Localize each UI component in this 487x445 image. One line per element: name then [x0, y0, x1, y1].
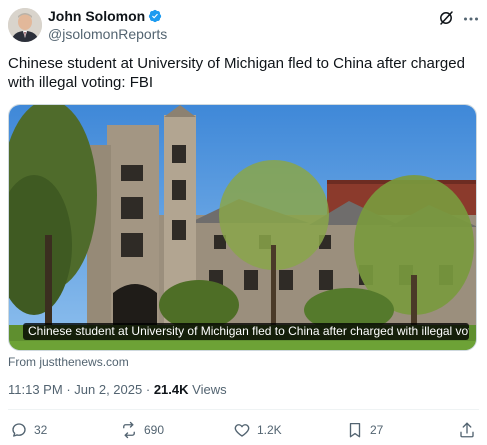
action-bar: 32 690 1.2K 27: [0, 421, 487, 441]
bookmark-count: 27: [370, 423, 384, 437]
share-icon: [460, 422, 474, 438]
reply-icon: [12, 423, 26, 437]
tweet-date[interactable]: Jun 2, 2025: [74, 382, 142, 397]
like-button[interactable]: 1.2K: [233, 421, 282, 439]
tweet[interactable]: John Solomon @jsolomonReports Chinese st…: [0, 0, 487, 445]
media-image: [9, 105, 476, 350]
repost-icon: [123, 421, 135, 439]
repost-button[interactable]: 690: [120, 421, 164, 439]
media-card[interactable]: Chinese student at University of Michiga…: [8, 104, 477, 351]
grok-icon[interactable]: [438, 10, 454, 26]
verified-badge-icon: [149, 9, 162, 23]
author-name-row[interactable]: John Solomon: [48, 8, 162, 24]
author-handle[interactable]: @jsolomonReports: [48, 26, 167, 42]
bookmark-button[interactable]: 27: [346, 421, 383, 439]
reply-count: 32: [34, 423, 48, 437]
divider: [8, 409, 479, 410]
views-label: Views: [192, 382, 227, 397]
like-icon: [234, 424, 250, 437]
like-count: 1.2K: [257, 423, 282, 437]
share-button[interactable]: [458, 421, 482, 439]
repost-count: 690: [144, 423, 165, 437]
meta-separator: ·: [145, 382, 151, 397]
reply-button[interactable]: 32: [10, 421, 47, 439]
more-icon[interactable]: [462, 10, 480, 28]
bookmark-icon: [349, 422, 361, 438]
tweet-meta: 11:13 PM · Jun 2, 2025 · 21.4K Views: [8, 382, 227, 397]
meta-separator: ·: [66, 382, 71, 397]
tweet-text: Chinese student at University of Michiga…: [8, 55, 465, 91]
avatar[interactable]: [8, 8, 42, 42]
author-display-name[interactable]: John Solomon: [48, 8, 145, 24]
link-source[interactable]: From justthenews.com: [8, 355, 129, 369]
media-caption[interactable]: Chinese student at University of Michiga…: [23, 323, 469, 340]
tweet-time[interactable]: 11:13 PM: [8, 382, 63, 397]
views-count: 21.4K: [153, 382, 189, 397]
